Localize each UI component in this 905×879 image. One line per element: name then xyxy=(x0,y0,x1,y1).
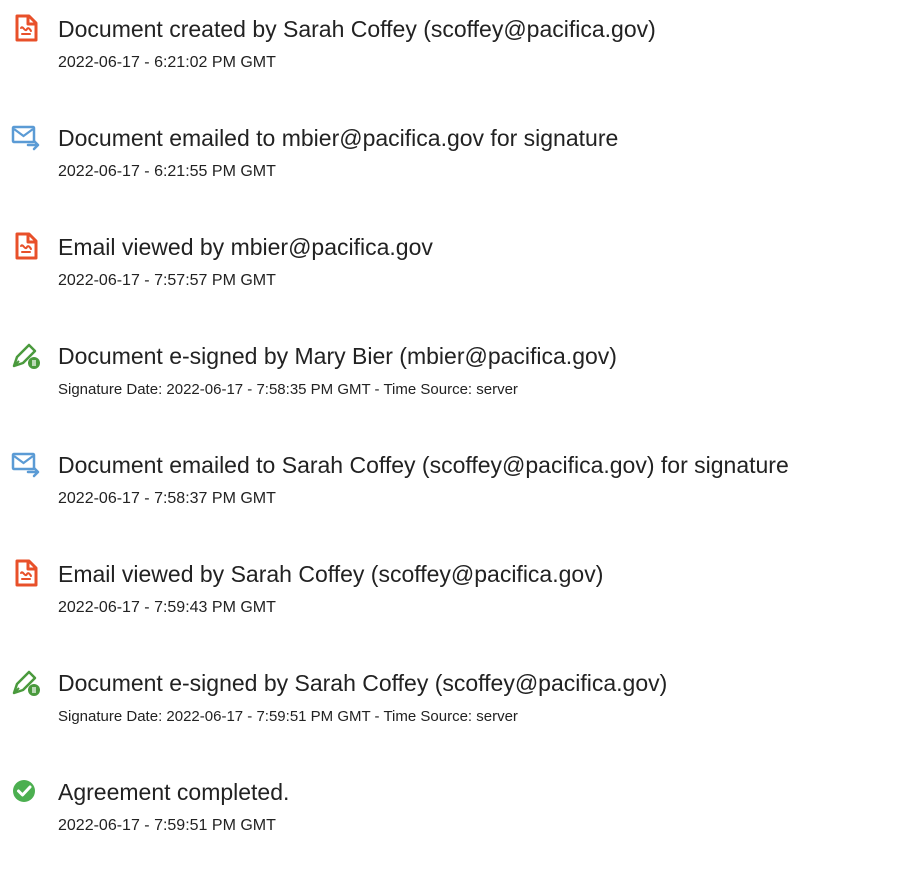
audit-event: Agreement completed. 2022-06-17 - 7:59:5… xyxy=(0,771,905,861)
esign-pen-icon xyxy=(10,339,42,371)
event-title: Document emailed to mbier@pacifica.gov f… xyxy=(58,125,619,151)
event-timestamp: 2022-06-17 - 6:21:55 PM GMT xyxy=(58,163,276,180)
audit-event: Document created by Sarah Coffey (scoffe… xyxy=(0,8,905,98)
event-signature-detail: Signature Date: 2022-06-17 - 7:58:35 PM … xyxy=(58,381,518,398)
event-timestamp: 2022-06-17 - 7:59:51 PM GMT xyxy=(58,817,276,834)
audit-event: Document emailed to Sarah Coffey (scoffe… xyxy=(0,444,905,534)
audit-event: Email viewed by mbier@pacifica.gov 2022-… xyxy=(0,226,905,316)
event-timestamp: 2022-06-17 - 7:59:43 PM GMT xyxy=(58,599,276,616)
event-timestamp: 2022-06-17 - 7:58:37 PM GMT xyxy=(58,490,276,507)
event-title: Email viewed by mbier@pacifica.gov xyxy=(58,234,433,260)
audit-event: Document emailed to mbier@pacifica.gov f… xyxy=(0,117,905,207)
audit-event: Email viewed by Sarah Coffey (scoffey@pa… xyxy=(0,553,905,643)
audit-event: Document e-signed by Sarah Coffey (scoff… xyxy=(0,662,905,752)
event-title: Document created by Sarah Coffey (scoffe… xyxy=(58,16,656,42)
event-title: Email viewed by Sarah Coffey (scoffey@pa… xyxy=(58,561,604,587)
event-title: Agreement completed. xyxy=(58,779,290,805)
document-viewed-icon xyxy=(10,557,42,589)
event-timestamp: 2022-06-17 - 7:57:57 PM GMT xyxy=(58,272,276,289)
event-title: Document e-signed by Mary Bier (mbier@pa… xyxy=(58,343,617,369)
esign-pen-icon xyxy=(10,666,42,698)
checkmark-circle-icon xyxy=(10,775,42,807)
document-viewed-icon xyxy=(10,230,42,262)
event-title: Document e-signed by Sarah Coffey (scoff… xyxy=(58,670,668,696)
event-signature-detail: Signature Date: 2022-06-17 - 7:59:51 PM … xyxy=(58,708,518,725)
audit-event: Document e-signed by Mary Bier (mbier@pa… xyxy=(0,335,905,425)
document-created-icon xyxy=(10,12,42,44)
event-title: Document emailed to Sarah Coffey (scoffe… xyxy=(58,452,789,478)
email-sent-icon xyxy=(10,121,42,153)
email-sent-icon xyxy=(10,448,42,480)
event-timestamp: 2022-06-17 - 6:21:02 PM GMT xyxy=(58,54,276,71)
